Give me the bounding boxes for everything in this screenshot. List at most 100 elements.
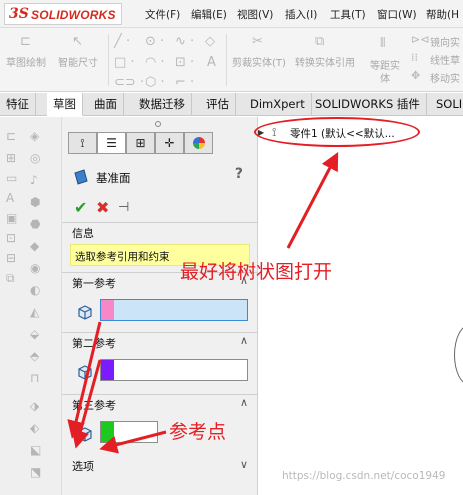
second-reference-field[interactable] [100, 359, 248, 381]
circle-icon[interactable]: ⊙ · [145, 34, 164, 49]
sketch-draw-icon[interactable]: ⊏ [20, 34, 31, 49]
menu-edit[interactable]: 编辑(E) [191, 7, 227, 22]
cut-icon[interactable]: ◆ [30, 239, 39, 253]
panel-resize-handle[interactable] [155, 121, 161, 127]
ok-button-icon[interactable]: ✔ [74, 198, 87, 217]
graphics-area[interactable] [258, 117, 463, 495]
pin-icon[interactable]: ⊣ [118, 200, 129, 215]
dimxpert-manager-tab-icon[interactable]: ✛ [155, 132, 184, 154]
tab-overflow[interactable]: SOLI [430, 93, 463, 116]
linear-pattern-icon[interactable]: ⁞⁞ [411, 51, 418, 64]
reference-cube-icon [78, 427, 92, 442]
smart-dimension-icon[interactable]: ↖ [72, 34, 83, 49]
convert-entities-icon[interactable]: ⧉ [315, 34, 324, 49]
first-reference-field[interactable] [100, 299, 248, 321]
loft-icon[interactable]: ⬢ [30, 195, 40, 209]
trim-entities-label[interactable]: 剪裁实体(T) [232, 54, 286, 69]
third-reference-field[interactable] [100, 421, 158, 443]
property-manager-tab-icon[interactable]: ☰ [97, 132, 126, 154]
rib-icon[interactable]: ⬘ [30, 349, 39, 363]
plane-icon[interactable]: ◇ [205, 34, 215, 49]
arc-icon[interactable]: ◠ · [145, 55, 165, 70]
options-section-label: 选项 [72, 460, 94, 473]
wrap-icon[interactable]: ⬗ [30, 399, 39, 413]
extrude-icon[interactable]: ◈ [30, 129, 39, 143]
linear-pattern-label[interactable]: 线性草 [430, 52, 460, 67]
first-reference-color-swatch [101, 300, 114, 320]
rectangle-icon[interactable]: □ · [114, 55, 135, 70]
convert-entities-label[interactable]: 转换实体引用 [295, 54, 355, 69]
fillet-icon[interactable]: ⌐ · [175, 75, 194, 90]
smart-dimension-icon[interactable]: ⊏ [6, 129, 16, 143]
solidworks-logo: 3S SOLIDWORKS [4, 3, 122, 25]
pattern-icon[interactable]: ⊡ [6, 231, 16, 245]
third-reference-header[interactable]: 第三参考 ∧ [62, 394, 258, 412]
sketch-icon[interactable]: ⊞ [6, 151, 16, 165]
offset-entities-icon[interactable]: ⫴ [380, 36, 385, 51]
display-manager-tab-icon[interactable] [184, 132, 213, 154]
third-reference-color-swatch [101, 422, 114, 442]
offset-entities-label-2[interactable]: 体 [380, 70, 390, 85]
tab-sketch[interactable]: 草图 [47, 93, 83, 116]
point-icon[interactable]: ⊡ · [175, 55, 194, 70]
move-entities-icon[interactable]: ✥ [411, 69, 420, 82]
toolbar-separator [108, 34, 109, 86]
toolbar-separator [226, 34, 227, 86]
revolve-icon[interactable]: ◎ [30, 151, 40, 165]
menu-file[interactable]: 文件(F) [145, 7, 180, 22]
appearance-pie-icon [192, 137, 205, 149]
tab-features[interactable]: 特征 [0, 93, 36, 116]
reference-geometry-icon[interactable]: ⬕ [30, 443, 41, 457]
trim-entities-icon[interactable]: ✂ [252, 34, 263, 49]
info-section-header[interactable]: 信息 [62, 222, 258, 240]
configuration-manager-tab-icon[interactable]: ⊞ [126, 132, 155, 154]
menu-view[interactable]: 视图(V) [237, 7, 273, 22]
chevron-up-icon[interactable]: ∧ [240, 334, 248, 347]
mirror-entities-label[interactable]: 镜向实 [430, 34, 460, 49]
tab-solidworks-addins[interactable]: SOLIDWORKS 插件 [309, 93, 427, 116]
fillet-icon[interactable]: ◐ [30, 283, 40, 297]
options-section-header[interactable]: 选项 ∨ [62, 454, 258, 473]
cancel-button-icon[interactable]: ✖ [96, 198, 109, 217]
polygon-icon[interactable]: ⬡ · [145, 75, 165, 90]
draft-icon[interactable]: ⊓ [30, 371, 39, 385]
tab-evaluate[interactable]: 评估 [200, 93, 236, 116]
sweep-icon[interactable]: ♪ [30, 173, 38, 187]
chevron-up-icon[interactable]: ∧ [240, 396, 248, 409]
annotation-open-tree: 最好将树状图打开 [180, 261, 333, 283]
text-icon[interactable]: A [6, 191, 14, 205]
menu-help[interactable]: 帮助(H [426, 7, 459, 22]
smart-dimension-label[interactable]: 智能尺寸 [58, 54, 98, 69]
line-icon[interactable]: ╱ · [114, 34, 130, 49]
feature-title: 基准面 [96, 171, 131, 185]
app-title: SOLIDWORKS [31, 8, 116, 22]
tab-surfaces[interactable]: 曲面 [88, 93, 124, 116]
second-reference-header[interactable]: 第二参考 ∧ [62, 332, 258, 350]
chevron-down-icon[interactable]: ∨ [240, 458, 248, 471]
slot-icon[interactable]: ⊂⊃ · [114, 75, 144, 90]
feature-manager-tab-icon[interactable]: ⟟ [68, 132, 97, 154]
second-reference-color-swatch [101, 360, 114, 380]
boundary-icon[interactable]: ⬣ [30, 217, 40, 231]
spline-icon[interactable]: ∿ · [175, 34, 194, 49]
mirror-icon[interactable]: ⊟ [6, 251, 16, 265]
sketch-draw-label[interactable]: 草图绘制 [6, 54, 46, 69]
help-icon[interactable]: ? [235, 166, 243, 182]
shell-icon[interactable]: ⬙ [30, 327, 39, 341]
curves-icon[interactable]: ⬔ [30, 465, 41, 479]
menu-insert[interactable]: 插入(I) [285, 7, 317, 22]
intersect-icon[interactable]: ⬖ [30, 421, 39, 435]
first-reference-label: 第一参考 [72, 277, 116, 290]
offset-icon[interactable]: ▣ [6, 211, 17, 225]
tab-data-migration[interactable]: 数据迁移 [133, 93, 192, 116]
menu-tools[interactable]: 工具(T) [330, 7, 366, 22]
hole-icon[interactable]: ◉ [30, 261, 40, 275]
menu-window[interactable]: 窗口(W) [377, 7, 417, 22]
rectangle-icon[interactable]: ▭ [6, 171, 17, 185]
move-entities-label[interactable]: 移动实 [430, 70, 460, 85]
chamfer-icon[interactable]: ◭ [30, 305, 39, 319]
text-icon[interactable]: A [207, 55, 216, 70]
tab-dimxpert[interactable]: DimXpert [244, 93, 312, 116]
relations-icon[interactable]: ⧉ [6, 271, 15, 286]
mirror-entities-icon[interactable]: ⊳⊲ [411, 33, 429, 46]
